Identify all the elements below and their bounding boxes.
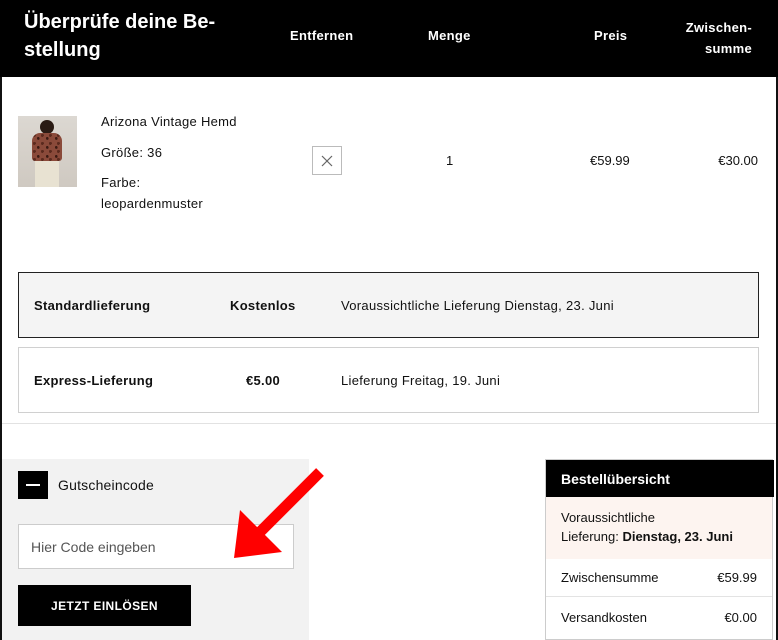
order-summary-divider [546,596,772,597]
coupon-label: Gutscheincode [58,477,154,493]
column-header-subtotal-line2: summe [704,41,752,56]
shipping-standard-cost: Kostenlos [230,298,296,313]
shipping-option-express[interactable]: Express-Lieferung €5.00 Lieferung Freita… [18,347,759,413]
shipping-standard-name: Standardlieferung [34,298,151,313]
order-summary-eta-date: Dienstag, 23. Juni [622,529,733,544]
shipping-standard-eta: Voraussichtliche Lieferung Dienstag, 23.… [341,298,614,313]
product-image-shirt [32,133,62,161]
order-summary-title: Bestellübersicht [546,460,774,497]
shipping-express-eta: Lieferung Freitag, 19. Juni [341,373,501,388]
red-arrow-icon [234,468,324,558]
order-summary: Bestellübersicht Voraussichtliche Liefer… [545,459,774,640]
coupon-toggle-button[interactable] [18,471,48,499]
order-summary-eta-line1: Voraussichtliche [561,510,655,525]
product-name[interactable]: Arizona Vintage Hemd [101,114,237,129]
column-header-quantity: Menge [428,28,471,43]
order-summary-shipping-value: €0.00 [724,610,757,625]
close-icon [321,155,333,166]
page-title: Überprüfe deine Be- stellung [24,11,216,61]
order-summary-eta-prefix: Lieferung: [561,529,623,544]
product-subtotal: €30.00 [718,153,758,168]
column-header-subtotal: Zwischen- summe [686,17,752,59]
product-color-label: Farbe: [101,175,141,190]
order-summary-eta: Voraussichtliche Lieferung: Dienstag, 23… [546,497,772,559]
product-quantity: 1 [446,153,454,168]
column-header-subtotal-line1: Zwischen- [685,20,752,35]
column-header-remove: Entfernen [290,28,354,43]
minus-icon [26,484,40,486]
order-summary-shipping-row: Versandkosten €0.00 [561,610,757,625]
product-price: €59.99 [590,153,630,168]
shipping-express-name: Express-Lieferung [34,373,154,388]
shipping-option-standard[interactable]: Standardlieferung Kostenlos Voraussichtl… [18,272,759,338]
order-summary-shipping-label: Versandkosten [561,610,648,625]
order-summary-subtotal-row: Zwischensumme €59.99 [561,570,757,585]
section-divider [2,423,776,424]
remove-item-button[interactable] [312,146,342,175]
column-header-price: Preis [594,28,628,43]
product-color-value: leopardenmuster [101,196,204,211]
product-image-model-head [40,120,54,134]
order-summary-eta-line2: Lieferung: Dienstag, 23. Juni [561,527,772,546]
shipping-express-cost: €5.00 [246,373,281,388]
redeem-coupon-button[interactable]: JETZT EINLÖSEN [18,585,191,626]
order-summary-subtotal-value: €59.99 [717,570,757,585]
product-image[interactable] [18,116,77,187]
product-size: Größe: 36 [101,145,163,160]
order-summary-subtotal-label: Zwischensumme [561,570,659,585]
product-image-pants [35,161,59,187]
page-header: Überprüfe deine Be- stellung Entfernen M… [0,0,778,77]
